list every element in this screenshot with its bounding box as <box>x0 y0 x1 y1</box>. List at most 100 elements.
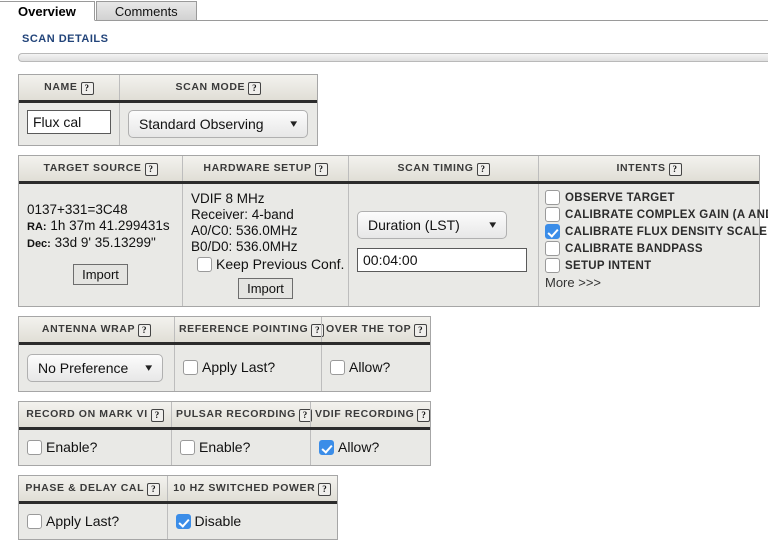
record-on-mark-vi-cell: Enable? <box>19 430 171 465</box>
over-the-top-checkbox[interactable] <box>330 360 345 375</box>
reference-pointing-row[interactable]: Apply Last? <box>183 359 313 376</box>
intent-label: OBSERVE TARGET <box>565 191 675 204</box>
help-icon-scan-mode[interactable]: ? <box>248 82 262 95</box>
switched-power-row[interactable]: Disable <box>175 513 329 530</box>
name-scanmode-header-row: NAME? SCAN MODE? <box>19 75 317 103</box>
help-icon-scan-timing[interactable]: ? <box>476 163 490 176</box>
help-icon-antenna-wrap[interactable]: ? <box>138 324 152 337</box>
header-name-label: NAME <box>44 81 78 93</box>
intents-cell: OBSERVE TARGET CALIBRATE COMPLEX GAIN (A… <box>538 184 768 306</box>
phase-power-panel: PHASE & DELAY CAL? 10 Hz SWITCHED POWER?… <box>18 475 338 540</box>
intent-item-calibrate-flux-density-scale[interactable]: CALIBRATE FLUX DENSITY SCALE <box>545 224 767 239</box>
help-icon-phase-delay-cal[interactable]: ? <box>147 483 161 496</box>
scan-timing-mode-select[interactable]: Duration (LST) ▾ <box>357 211 507 239</box>
name-scanmode-body-row: Standard Observing ▾ <box>19 103 317 145</box>
intent-item-calibrate-bandpass[interactable]: CALIBRATE BANDPASS <box>545 241 753 256</box>
scan-mode-cell: Standard Observing ▾ <box>119 103 317 145</box>
scan-duration-input[interactable] <box>357 248 527 272</box>
header-phase-delay-cal-label: PHASE & DELAY CAL <box>25 482 145 494</box>
intent-item-calibrate-complex-gain[interactable]: CALIBRATE COMPLEX GAIN (A AND P) <box>545 207 768 222</box>
header-scan-timing-label: SCAN TIMING <box>397 162 474 174</box>
header-phase-delay-cal: PHASE & DELAY CAL? <box>19 476 167 501</box>
intent-item-observe-target[interactable]: OBSERVE TARGET <box>545 190 753 205</box>
header-scan-timing: SCAN TIMING? <box>348 156 538 181</box>
antenna-wrap-cell: No Preference ▾ <box>19 345 174 391</box>
record-on-mark-vi-checkbox[interactable] <box>27 440 42 455</box>
hardware-line: B0/D0: 536.0MHz <box>191 239 298 254</box>
pulsar-recording-label: Enable? <box>199 439 251 455</box>
phase-delay-cal-cell: Apply Last? <box>19 504 167 539</box>
help-icon-over-the-top[interactable]: ? <box>414 324 428 337</box>
intent-checkbox-calibrate-flux-density-scale[interactable] <box>545 224 560 239</box>
tab-bar: Overview Comments <box>0 0 768 21</box>
intent-checkbox-observe-target[interactable] <box>545 190 560 205</box>
pulsar-recording-cell: Enable? <box>171 430 310 465</box>
panels-container: NAME? SCAN MODE? Standard Observing ▾ TA… <box>0 74 768 540</box>
scan-mode-selected-value: Standard Observing <box>139 116 264 132</box>
reference-pointing-checkbox[interactable] <box>183 360 198 375</box>
record-on-mark-vi-row[interactable]: Enable? <box>27 439 163 456</box>
header-target-source: TARGET SOURCE? <box>19 156 182 181</box>
antenna-wrap-value: No Preference <box>38 360 129 376</box>
hardware-setup-import-button[interactable]: Import <box>238 278 293 299</box>
intent-checkbox-calibrate-bandpass[interactable] <box>545 241 560 256</box>
scan-name-input[interactable] <box>27 110 111 134</box>
intent-checkbox-calibrate-complex-gain[interactable] <box>545 207 560 222</box>
name-cell <box>19 103 119 145</box>
phase-delay-cal-checkbox[interactable] <box>27 514 42 529</box>
pulsar-recording-checkbox[interactable] <box>180 440 195 455</box>
hardware-import-wrap: Import <box>191 278 340 299</box>
wrap-pointing-body-row: No Preference ▾ Apply Last? Allow? <box>19 345 430 391</box>
vdif-recording-row[interactable]: Allow? <box>319 439 422 456</box>
help-icon-vdif-recording[interactable]: ? <box>417 409 431 422</box>
reference-pointing-label: Apply Last? <box>202 359 276 375</box>
intent-checkbox-setup-intent[interactable] <box>545 258 560 273</box>
tab-overview-label: Overview <box>18 4 76 19</box>
pulsar-recording-row[interactable]: Enable? <box>180 439 302 456</box>
scan-main-panel: TARGET SOURCE? HARDWARE SETUP? SCAN TIMI… <box>18 155 768 307</box>
intent-label: CALIBRATE BANDPASS <box>565 242 703 255</box>
reference-pointing-cell: Apply Last? <box>174 345 321 391</box>
record-on-mark-vi-label: Enable? <box>46 439 98 455</box>
hardware-line: Receiver: 4-band <box>191 207 294 222</box>
vdif-recording-checkbox[interactable] <box>319 440 334 455</box>
phase-power-header-row: PHASE & DELAY CAL? 10 Hz SWITCHED POWER? <box>19 476 337 504</box>
header-antenna-wrap: ANTENNA WRAP? <box>19 317 174 342</box>
tab-overview[interactable]: Overview <box>0 1 95 21</box>
target-source-cell: 0137+331=3C48 RA: 1h 37m 41.299431s Dec:… <box>19 184 182 306</box>
switched-power-checkbox[interactable] <box>175 514 191 529</box>
header-over-the-top: OVER THE TOP? <box>321 317 430 342</box>
scan-mode-select[interactable]: Standard Observing ▾ <box>128 110 308 138</box>
help-icon-name[interactable]: ? <box>80 82 94 95</box>
intent-label: CALIBRATE COMPLEX GAIN (A AND P) <box>565 208 768 221</box>
ra-value: 1h 37m 41.299431s <box>50 218 170 233</box>
help-icon-record-on-mark-vi[interactable]: ? <box>150 409 164 422</box>
header-vdif-recording: VDIF RECORDING? <box>310 402 431 427</box>
name-scanmode-panel: NAME? SCAN MODE? Standard Observing ▾ <box>18 74 318 146</box>
keep-previous-conf-checkbox[interactable] <box>197 257 212 272</box>
tab-comments[interactable]: Comments <box>95 1 197 21</box>
tab-comments-label: Comments <box>114 4 178 19</box>
help-icon-switched-power[interactable]: ? <box>318 483 332 496</box>
antenna-wrap-select[interactable]: No Preference ▾ <box>27 354 163 382</box>
header-intents: INTENTS? <box>538 156 759 181</box>
help-icon-hardware-setup[interactable]: ? <box>314 163 328 176</box>
header-record-on-mark-vi-label: RECORD ON MARK VI <box>26 408 148 420</box>
chevron-down-icon: ▾ <box>290 117 298 130</box>
help-icon-target-source[interactable]: ? <box>144 163 158 176</box>
header-reference-pointing-label: REFERENCE POINTING <box>179 323 309 335</box>
intents-list: OBSERVE TARGET CALIBRATE COMPLEX GAIN (A… <box>545 190 768 273</box>
tab-list: Overview Comments <box>0 0 197 21</box>
header-scan-mode-label: SCAN MODE <box>175 81 246 93</box>
header-switched-power-label: 10 Hz SWITCHED POWER <box>173 482 316 494</box>
recording-panel: RECORD ON MARK VI? PULSAR RECORDING? VDI… <box>18 401 431 466</box>
phase-delay-cal-row[interactable]: Apply Last? <box>27 513 159 530</box>
hardware-line: VDIF 8 MHz <box>191 191 265 206</box>
header-hardware-setup: HARDWARE SETUP? <box>182 156 348 181</box>
help-icon-intents[interactable]: ? <box>668 163 682 176</box>
keep-previous-conf-row[interactable]: Keep Previous Conf. <box>197 256 344 273</box>
intent-item-setup-intent[interactable]: SETUP INTENT <box>545 258 753 273</box>
over-the-top-row[interactable]: Allow? <box>330 359 422 376</box>
target-source-import-button[interactable]: Import <box>73 264 128 285</box>
intents-more-link[interactable]: More >>> <box>545 275 753 290</box>
